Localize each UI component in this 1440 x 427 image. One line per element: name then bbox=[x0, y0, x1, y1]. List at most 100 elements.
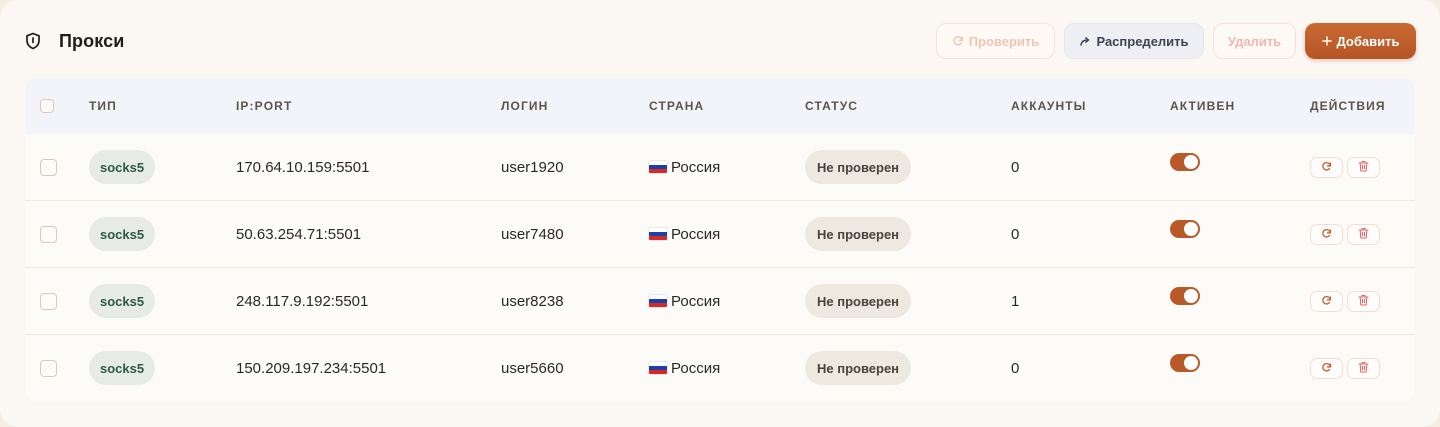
country-name: Россия bbox=[671, 292, 721, 310]
status-badge: Не проверен bbox=[805, 284, 912, 318]
delete-row-button[interactable] bbox=[1347, 156, 1380, 178]
table-row: socks5 50.63.254.71:5501 user7480 Россия… bbox=[25, 201, 1415, 268]
login-cell: user8238 bbox=[501, 292, 564, 310]
table-row: socks5 170.64.10.159:5501 user1920 Росси… bbox=[25, 134, 1415, 201]
column-status[interactable]: СТАТУС bbox=[805, 78, 858, 134]
row-select-cell bbox=[40, 201, 57, 267]
column-login[interactable]: ЛОГИН bbox=[501, 78, 548, 134]
trash-icon bbox=[1358, 159, 1369, 176]
delete-row-button[interactable] bbox=[1347, 357, 1380, 379]
column-accounts[interactable]: АККАУНТЫ bbox=[1011, 78, 1087, 134]
ip-port-cell: 50.63.254.71:5501 bbox=[236, 225, 362, 243]
type-badge: socks5 bbox=[89, 150, 156, 184]
column-type[interactable]: ТИП bbox=[89, 78, 117, 134]
trash-icon bbox=[1358, 360, 1369, 377]
active-toggle[interactable] bbox=[1170, 220, 1200, 238]
shield-icon bbox=[25, 32, 41, 50]
distribute-button[interactable]: Распределить bbox=[1064, 23, 1204, 59]
ip-port-cell: 150.209.197.234:5501 bbox=[236, 359, 387, 377]
check-button[interactable]: Проверить bbox=[936, 23, 1055, 59]
type-cell: socks5 bbox=[89, 134, 156, 200]
status-badge: Не проверен bbox=[805, 150, 912, 184]
status-badge: Не проверен bbox=[805, 217, 912, 251]
trash-icon bbox=[1358, 226, 1369, 243]
status-badge: Не проверен bbox=[805, 351, 912, 385]
delete-button-label: Удалить bbox=[1227, 33, 1282, 49]
column-country[interactable]: СТРАНА bbox=[649, 78, 704, 134]
refresh-icon bbox=[1321, 360, 1332, 377]
login-cell: user5660 bbox=[501, 359, 564, 377]
column-ip-port[interactable]: IP:PORT bbox=[236, 78, 292, 134]
actions-cell bbox=[1310, 335, 1380, 401]
row-checkbox[interactable] bbox=[40, 225, 57, 243]
row-select-cell bbox=[40, 268, 57, 334]
ip-port-cell: 170.64.10.159:5501 bbox=[236, 158, 370, 176]
active-toggle[interactable] bbox=[1170, 287, 1200, 305]
title-group: Прокси bbox=[25, 31, 124, 52]
delete-row-button[interactable] bbox=[1347, 290, 1380, 312]
accounts-cell: 0 bbox=[1011, 158, 1020, 176]
select-all-checkbox[interactable] bbox=[40, 99, 54, 113]
panel-header: Прокси Проверить Распределить Удалить До… bbox=[25, 22, 1416, 60]
accounts-cell: 1 bbox=[1011, 292, 1020, 310]
ip-port-cell: 248.117.9.192:5501 bbox=[236, 292, 369, 310]
refresh-icon bbox=[1321, 226, 1332, 243]
distribute-button-label: Распределить bbox=[1096, 33, 1189, 49]
row-checkbox[interactable] bbox=[40, 292, 57, 310]
status-cell: Не проверен bbox=[805, 268, 912, 334]
actions-cell bbox=[1310, 201, 1380, 267]
actions-cell bbox=[1310, 134, 1380, 200]
refresh-icon bbox=[952, 35, 964, 47]
delete-row-button[interactable] bbox=[1347, 223, 1380, 245]
status-cell: Не проверен bbox=[805, 201, 912, 267]
column-actions: ДЕЙСТВИЯ bbox=[1310, 99, 1386, 113]
type-badge: socks5 bbox=[89, 217, 156, 251]
type-cell: socks5 bbox=[89, 201, 156, 267]
active-cell bbox=[1170, 201, 1200, 267]
russia-flag-icon bbox=[649, 228, 667, 240]
recheck-button[interactable] bbox=[1310, 223, 1343, 245]
refresh-icon bbox=[1321, 293, 1332, 310]
share-arrow-icon bbox=[1079, 35, 1091, 47]
actions-cell bbox=[1310, 268, 1380, 334]
table-row: socks5 150.209.197.234:5501 user5660 Рос… bbox=[25, 335, 1415, 401]
proxy-panel: Прокси Проверить Распределить Удалить До… bbox=[0, 0, 1440, 427]
russia-flag-icon bbox=[649, 362, 667, 374]
active-cell bbox=[1170, 268, 1200, 334]
type-badge: socks5 bbox=[89, 284, 156, 318]
recheck-button[interactable] bbox=[1310, 357, 1343, 379]
delete-button[interactable]: Удалить bbox=[1213, 23, 1296, 59]
type-badge: socks5 bbox=[89, 351, 156, 385]
accounts-cell: 0 bbox=[1011, 359, 1020, 377]
type-cell: socks5 bbox=[89, 335, 156, 401]
country-name: Россия bbox=[671, 359, 721, 377]
column-active[interactable]: АКТИВЕН bbox=[1170, 78, 1235, 134]
row-checkbox[interactable] bbox=[40, 158, 57, 176]
country-cell: Россия bbox=[649, 268, 720, 334]
country-cell: Россия bbox=[649, 335, 720, 401]
active-cell bbox=[1170, 335, 1200, 401]
active-toggle[interactable] bbox=[1170, 153, 1200, 171]
login-cell: user1920 bbox=[501, 158, 564, 176]
country-name: Россия bbox=[671, 225, 721, 243]
recheck-button[interactable] bbox=[1310, 156, 1343, 178]
row-select-cell bbox=[40, 335, 57, 401]
country-cell: Россия bbox=[649, 201, 720, 267]
active-toggle[interactable] bbox=[1170, 354, 1200, 372]
toolbar: Проверить Распределить Удалить Добавить bbox=[936, 23, 1416, 59]
add-button[interactable]: Добавить bbox=[1305, 23, 1416, 59]
proxy-table: ТИП IP:PORT ЛОГИН СТРАНА СТАТУС АККАУНТЫ… bbox=[25, 78, 1415, 401]
recheck-button[interactable] bbox=[1310, 290, 1343, 312]
login-cell: user7480 bbox=[501, 225, 564, 243]
status-cell: Не проверен bbox=[805, 335, 912, 401]
status-cell: Не проверен bbox=[805, 134, 912, 200]
table-header: ТИП IP:PORT ЛОГИН СТРАНА СТАТУС АККАУНТЫ… bbox=[25, 78, 1415, 134]
row-checkbox[interactable] bbox=[40, 359, 57, 377]
check-button-label: Проверить bbox=[968, 33, 1040, 49]
page-title: Прокси bbox=[59, 30, 125, 51]
add-button-label: Добавить bbox=[1336, 33, 1400, 49]
plus-icon bbox=[1321, 36, 1332, 46]
russia-flag-icon bbox=[649, 161, 667, 173]
russia-flag-icon bbox=[649, 295, 667, 307]
country-cell: Россия bbox=[649, 134, 720, 200]
